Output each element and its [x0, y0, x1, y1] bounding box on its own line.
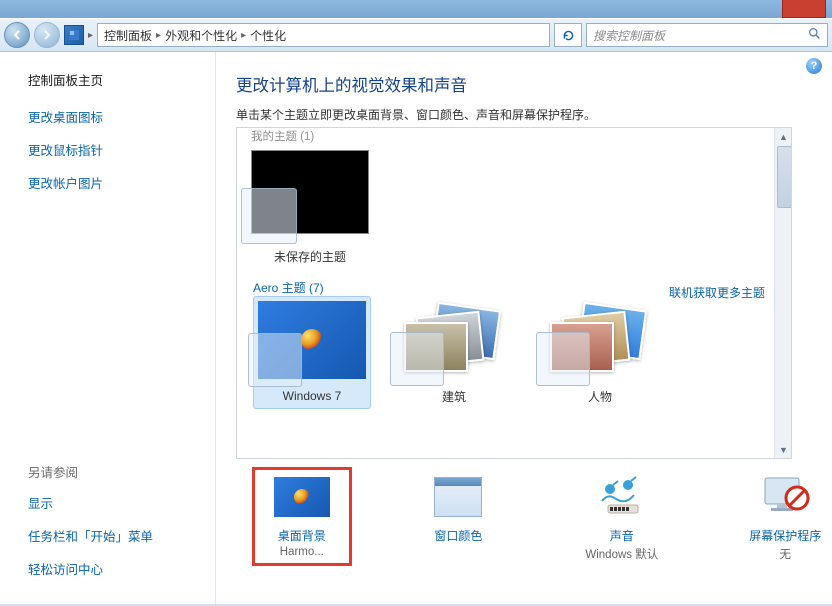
theme-name: 未保存的主题: [274, 248, 346, 265]
content-area: ? 更改计算机上的视觉效果和声音 单击某个主题立即更改桌面背景、窗口颜色、声音和…: [216, 52, 832, 604]
sidebar-link-taskbar[interactable]: 任务栏和「开始」菜单: [28, 526, 203, 545]
personalization-window: ▸ 控制面板 ▸ 外观和个性化 ▸ 个性化 搜索控制面板 控制面板主页 更改桌面…: [0, 0, 832, 606]
theme-name: 人物: [588, 388, 612, 405]
personalization-settings-row: 桌面背景 Harmo... 窗口颜色: [236, 459, 832, 562]
theme-item-unsaved[interactable]: 未保存的主题: [251, 150, 369, 265]
breadcrumb[interactable]: 控制面板 ▸ 外观和个性化 ▸ 个性化: [97, 23, 550, 47]
setting-subtitle: Windows 默认: [585, 546, 658, 562]
theme-thumbnail: [400, 300, 508, 378]
search-input[interactable]: 搜索控制面板: [586, 23, 828, 47]
theme-thumbnail: [546, 300, 654, 378]
page-title: 更改计算机上的视觉效果和声音: [236, 72, 832, 96]
chevron-right-icon: ▸: [88, 30, 93, 41]
see-also-header: 另请参阅: [28, 462, 203, 481]
refresh-button[interactable]: [554, 23, 582, 47]
my-themes-label: 我的主题 (1): [251, 128, 785, 144]
chevron-right-icon: ▸: [156, 30, 161, 41]
page-description: 单击某个主题立即更改桌面背景、窗口颜色、声音和屏幕保护程序。: [236, 106, 832, 123]
breadcrumb-item[interactable]: 外观和个性化: [165, 27, 237, 44]
scroll-down-icon[interactable]: ▼: [775, 441, 792, 458]
sound-icon: [594, 473, 650, 521]
setting-title: 声音: [610, 527, 634, 544]
setting-title: 桌面背景: [278, 527, 326, 544]
navigation-bar: ▸ 控制面板 ▸ 外观和个性化 ▸ 个性化 搜索控制面板: [0, 18, 832, 52]
themes-panel: ▲ ▼ 我的主题 (1) 未保存的主题 联机获取更多主题 Aero 主题 (7): [236, 127, 792, 459]
window-color-button[interactable]: 窗口颜色: [412, 473, 505, 562]
desktop-background-icon: [274, 473, 330, 521]
theme-thumbnail: [251, 150, 369, 238]
sidebar: 控制面板主页 更改桌面图标 更改鼠标指针 更改帐户图片 另请参阅 显示 任务栏和…: [0, 52, 216, 604]
setting-title: 屏幕保护程序: [749, 527, 821, 544]
aero-theme-characters[interactable]: 人物: [541, 300, 659, 405]
aero-themes-row: Windows 7 建筑: [251, 300, 785, 405]
theme-name: 建筑: [442, 388, 466, 405]
sidebar-link-desktop-icons[interactable]: 更改桌面图标: [28, 107, 203, 126]
body: 控制面板主页 更改桌面图标 更改鼠标指针 更改帐户图片 另请参阅 显示 任务栏和…: [0, 52, 832, 604]
titlebar: [0, 0, 832, 18]
sidebar-link-mouse-pointers[interactable]: 更改鼠标指针: [28, 140, 203, 159]
back-button[interactable]: [4, 22, 30, 48]
window-color-icon: [430, 473, 486, 521]
sidebar-link-ease-of-access[interactable]: 轻松访问中心: [28, 559, 203, 578]
sidebar-link-display[interactable]: 显示: [28, 493, 203, 512]
setting-title: 窗口颜色: [434, 527, 482, 544]
close-button[interactable]: [782, 0, 826, 18]
breadcrumb-item[interactable]: 控制面板: [104, 27, 152, 44]
scrollbar-vertical[interactable]: ▲ ▼: [774, 128, 791, 458]
get-more-themes-link[interactable]: 联机获取更多主题: [669, 284, 765, 301]
sidebar-link-account-picture[interactable]: 更改帐户图片: [28, 173, 203, 192]
screensaver-button[interactable]: 屏幕保护程序 无: [739, 473, 832, 562]
chevron-right-icon: ▸: [241, 30, 246, 41]
desktop-background-button[interactable]: 桌面背景 Harmo...: [254, 469, 350, 564]
forward-button[interactable]: [34, 22, 60, 48]
search-placeholder: 搜索控制面板: [593, 27, 665, 44]
breadcrumb-item[interactable]: 个性化: [250, 27, 286, 44]
control-panel-home-link[interactable]: 控制面板主页: [28, 70, 203, 89]
aero-theme-windows7[interactable]: Windows 7: [253, 296, 371, 409]
aero-theme-architecture[interactable]: 建筑: [395, 300, 513, 405]
address-icon: [64, 25, 84, 45]
sounds-button[interactable]: 声音 Windows 默认: [575, 473, 668, 562]
help-icon[interactable]: ?: [806, 58, 822, 74]
theme-name: Windows 7: [283, 389, 342, 403]
search-icon: [808, 27, 821, 43]
screensaver-icon: [757, 473, 813, 521]
setting-subtitle: 无: [780, 546, 792, 562]
setting-subtitle: Harmo...: [280, 546, 324, 558]
